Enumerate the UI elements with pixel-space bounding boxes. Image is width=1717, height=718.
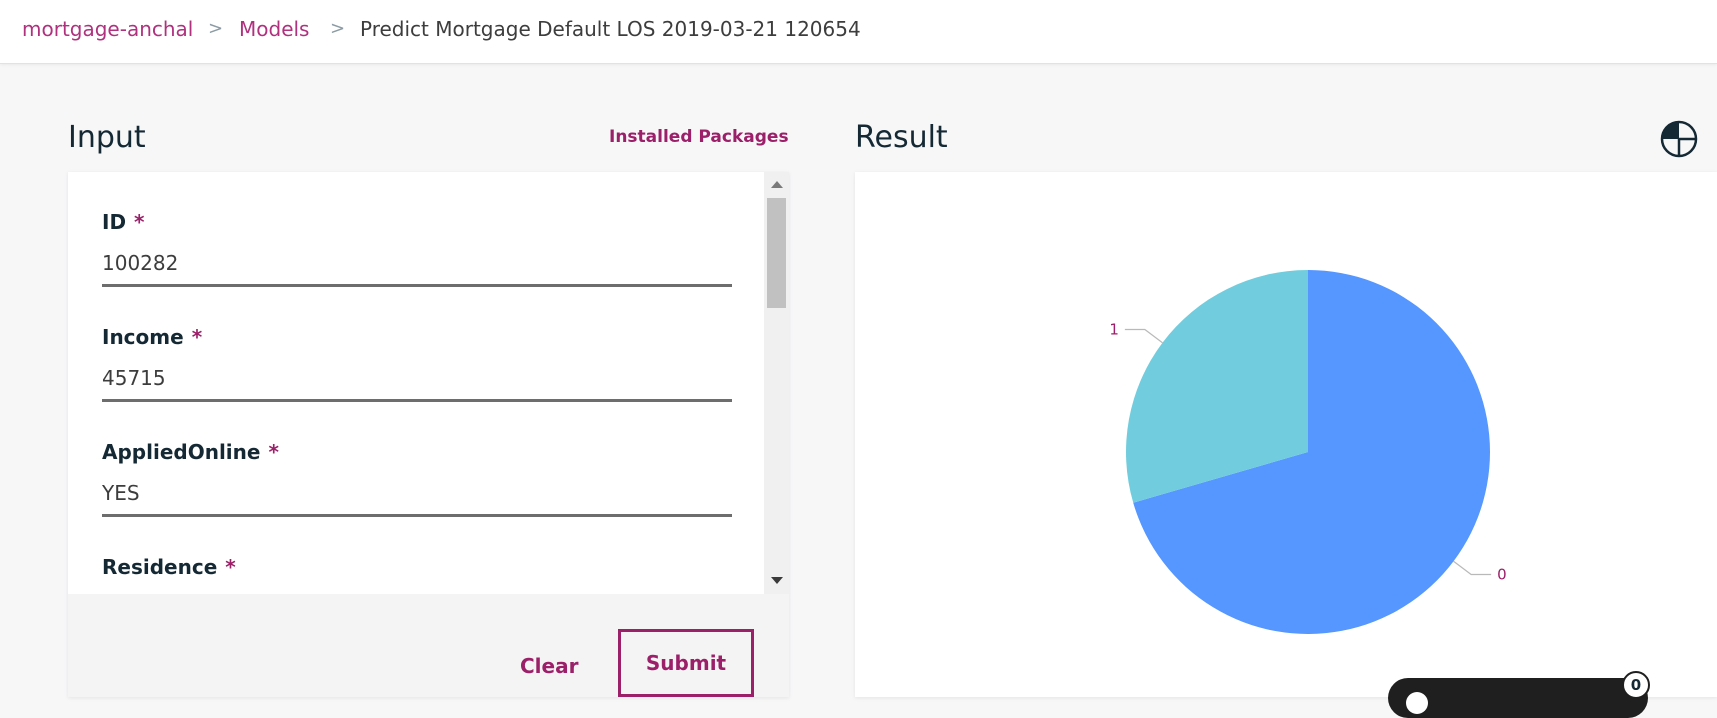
clear-button[interactable]: Clear [520, 654, 578, 678]
id-field-label: ID * [102, 210, 145, 234]
scroll-up-arrow-icon[interactable] [771, 181, 783, 188]
notification-pill[interactable] [1388, 678, 1648, 718]
income-field-label: Income * [102, 325, 203, 349]
pie-chart-icon-graphic [1660, 120, 1698, 158]
input-form-card: ID* Income* AppliedOnline* Residence* Cl… [68, 172, 789, 697]
input-section-title: Input [68, 120, 146, 155]
notification-count-badge: 0 [1622, 671, 1650, 699]
notification-icon [1406, 692, 1428, 714]
breadcrumb-separator: > [208, 18, 224, 39]
required-marker: * [268, 440, 279, 464]
result-section-title: Result [855, 120, 948, 155]
required-marker: * [191, 325, 203, 349]
pie-chart-icon[interactable] [1659, 119, 1699, 159]
id-field[interactable] [102, 250, 732, 287]
income-field[interactable] [102, 365, 732, 402]
pie-slice-label: 1 [1109, 321, 1119, 339]
applied-online-field-label: AppliedOnline * [102, 440, 279, 464]
breadcrumb-project-link[interactable]: mortgage-anchal [22, 17, 193, 41]
scrollbar-thumb[interactable] [767, 198, 786, 308]
installed-packages-link[interactable]: Installed Packages [609, 126, 789, 148]
residence-field-label: Residence * [102, 555, 236, 579]
scroll-down-arrow-icon[interactable] [771, 577, 783, 584]
breadcrumb-models-link[interactable]: Models [239, 17, 309, 41]
required-marker: * [225, 555, 236, 579]
result-card: 01 [855, 172, 1717, 697]
pie-label-leader-line [1453, 560, 1492, 576]
pie-label-leader-line [1124, 328, 1163, 344]
breadcrumb-separator: > [330, 18, 346, 39]
breadcrumb-current-page: Predict Mortgage Default LOS 2019-03-21 … [360, 17, 861, 41]
form-scrollbar[interactable] [764, 172, 789, 594]
form-actions: Clear Submit [68, 594, 789, 697]
input-form: ID* Income* AppliedOnline* Residence* [68, 172, 764, 594]
result-pie-chart: 01 [1109, 270, 1507, 634]
pie-slice-label: 0 [1497, 565, 1507, 583]
required-marker: * [134, 210, 145, 234]
applied-online-field[interactable] [102, 480, 732, 517]
submit-button[interactable]: Submit [618, 629, 754, 697]
top-bar: mortgage-anchal > Models > Predict Mortg… [0, 0, 1717, 64]
